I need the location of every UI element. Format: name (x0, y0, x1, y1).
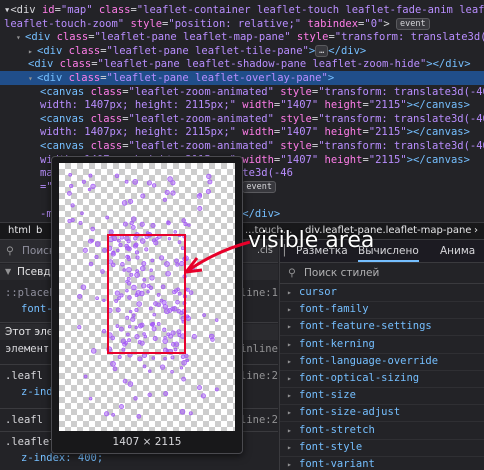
visible-area-caption: visible area (248, 228, 375, 253)
annotation-arrow (184, 240, 251, 274)
